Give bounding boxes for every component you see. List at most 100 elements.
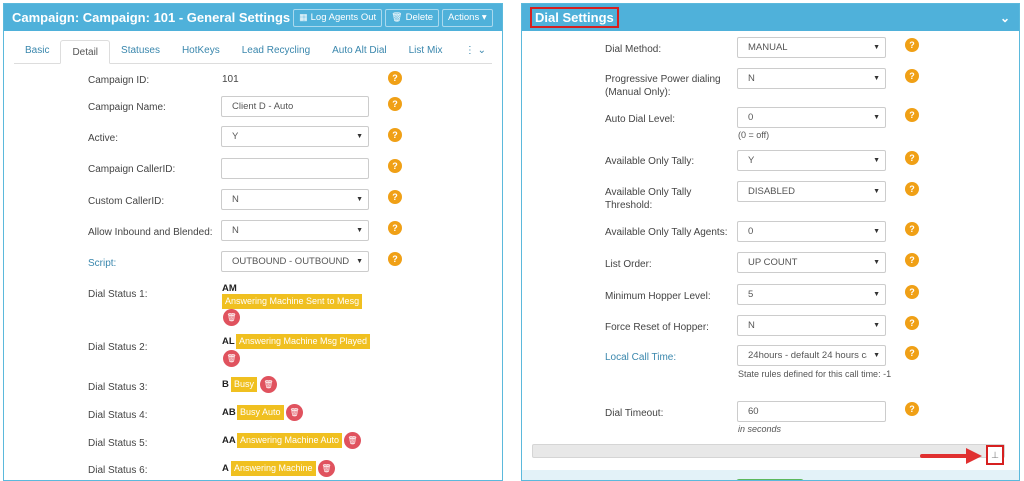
general-settings-header: Campaign: Campaign: 101 - General Settin… (4, 4, 502, 31)
tab-lead-recycling[interactable]: Lead Recycling (231, 39, 321, 63)
annotation-arrow-icon (920, 448, 982, 464)
dial-status-2-code: AL (222, 336, 235, 347)
general-settings-panel: Campaign: Campaign: 101 - General Settin… (3, 3, 503, 481)
log-agents-out-button[interactable]: ▦ Log Agents Out (293, 8, 383, 27)
dial-status-3-label: Dial Status 3: (88, 382, 148, 393)
dial-status-5-label: Dial Status 5: (88, 438, 148, 449)
dial-timeout-input[interactable]: 60 (737, 401, 886, 422)
delete-status-icon[interactable]: 🗑 (260, 376, 277, 393)
dial-status-1-code: AM (222, 283, 237, 294)
dial-status-2-label: Dial Status 2: (88, 342, 148, 353)
tally-threshold-select[interactable]: DISABLED ▼ (737, 181, 886, 202)
tab-statuses[interactable]: Statuses (110, 39, 171, 63)
dial-status-3-code: B (222, 379, 229, 390)
campaign-callerid-input[interactable] (221, 158, 369, 179)
help-icon[interactable]: ? (388, 159, 402, 173)
help-icon[interactable]: ? (905, 151, 919, 165)
tally-threshold-label: Available Only Tally Threshold: (605, 187, 692, 211)
help-icon[interactable]: ? (905, 402, 919, 416)
dial-status-4-tag: Busy Auto (237, 405, 284, 420)
more-tabs-icon[interactable]: ⋮ ⌄ (465, 39, 492, 63)
available-only-tally-label: Available Only Tally: (605, 156, 695, 167)
dial-status-5-code: AA (222, 435, 236, 446)
dial-status-1-label: Dial Status 1: (88, 289, 148, 300)
trash-icon: 🗑 (391, 12, 403, 22)
tab-auto-alt-dial[interactable]: Auto Alt Dial (321, 39, 397, 63)
min-hopper-select[interactable]: 5 ▼ (737, 284, 886, 305)
dial-method-label: Dial Method: (605, 44, 662, 55)
grid-icon: ▦ (299, 12, 308, 22)
dial-status-2-tag: Answering Machine Msg Played (236, 334, 371, 349)
delete-status-icon[interactable]: 🗑 (344, 432, 361, 449)
script-link[interactable]: Script: (88, 257, 116, 270)
custom-callerid-label: Custom CallerID: (88, 196, 165, 207)
dial-settings-header: Dial Settings ⌄ (522, 4, 1019, 31)
script-select[interactable]: OUTBOUND - OUTBOUND SC▼ (221, 251, 369, 272)
actions-dropdown[interactable]: Actions ▾ (442, 8, 493, 27)
delete-status-icon[interactable]: 🗑 (318, 460, 335, 477)
dial-status-6-tag: Answering Machine (231, 461, 316, 476)
min-hopper-label: Minimum Hopper Level: (605, 291, 711, 302)
campaign-name-input[interactable]: Client D - Auto (221, 96, 369, 117)
collapse-chevron-icon[interactable]: ⌄ (999, 11, 1011, 25)
dial-status-4-label: Dial Status 4: (88, 410, 148, 421)
help-icon[interactable]: ? (388, 128, 402, 142)
help-icon[interactable]: ? (388, 252, 402, 266)
force-reset-select[interactable]: N ▼ (737, 315, 886, 336)
local-call-time-link[interactable]: Local Call Time: (605, 351, 676, 364)
available-only-tally-select[interactable]: Y ▼ (737, 150, 886, 171)
dial-timeout-hint: in seconds (738, 424, 782, 434)
dial-status-1-tag: Answering Machine Sent to Mesg (222, 294, 363, 309)
help-icon[interactable]: ? (905, 285, 919, 299)
tally-agents-label: Available Only Tally Agents: (605, 227, 728, 238)
settings-tabs: Basic Detail Statuses HotKeys Lead Recyc… (14, 40, 492, 64)
allow-inbound-select[interactable]: N ▼ (221, 220, 369, 241)
custom-callerid-select[interactable]: N ▼ (221, 189, 369, 210)
help-icon[interactable]: ? (388, 221, 402, 235)
list-order-label: List Order: (605, 259, 652, 270)
help-icon[interactable]: ? (905, 316, 919, 330)
dial-settings-panel: Dial Settings ⌄ Dial Method: MANUAL ▼ ? P… (521, 3, 1020, 481)
delete-status-icon[interactable]: 🗑 (286, 404, 303, 421)
tab-basic[interactable]: Basic (14, 39, 60, 63)
campaign-id-value: 101 (222, 74, 239, 85)
auto-dial-level-select[interactable]: 0 ▼ (737, 107, 886, 128)
resize-handle-icon[interactable]: ⊥ (986, 445, 1004, 465)
active-label: Active: (88, 133, 119, 144)
help-icon[interactable]: ? (905, 108, 919, 122)
local-call-time-select[interactable]: 24hours - default 24 hours calling▼ (737, 345, 886, 366)
tally-agents-select[interactable]: 0 ▼ (737, 221, 886, 242)
help-icon[interactable]: ? (905, 346, 919, 360)
help-icon[interactable]: ? (388, 190, 402, 204)
dial-status-6-label: Dial Status 6: (88, 465, 148, 476)
progressive-power-select[interactable]: N ▼ (737, 68, 886, 89)
dial-timeout-label: Dial Timeout: (605, 408, 664, 419)
allow-inbound-label: Allow Inbound and Blended: (88, 227, 213, 238)
tab-list-mix[interactable]: List Mix (398, 39, 454, 63)
help-icon[interactable]: ? (388, 71, 402, 85)
dial-status-6-code: A (222, 463, 229, 474)
auto-dial-level-hint: (0 = off) (738, 130, 770, 140)
tab-hotkeys[interactable]: HotKeys (171, 39, 231, 63)
help-icon[interactable]: ? (905, 38, 919, 52)
dial-status-4-code: AB (222, 407, 236, 418)
active-select[interactable]: Y ▼ (221, 126, 369, 147)
panel-title: Campaign: Campaign: 101 - General Settin… (12, 10, 291, 25)
help-icon[interactable]: ? (905, 253, 919, 267)
campaign-callerid-label: Campaign CallerID: (88, 164, 176, 175)
help-icon[interactable]: ? (388, 97, 402, 111)
delete-button[interactable]: 🗑 Delete (385, 8, 440, 27)
list-order-select[interactable]: UP COUNT ▼ (737, 252, 886, 273)
delete-status-icon[interactable]: 🗑 (223, 350, 240, 367)
help-icon[interactable]: ? (905, 222, 919, 236)
delete-status-icon[interactable]: 🗑 (223, 309, 240, 326)
dial-status-3-tag: Busy (231, 377, 258, 392)
campaign-id-label: Campaign ID: (88, 75, 150, 86)
auto-dial-level-label: Auto Dial Level: (605, 114, 676, 125)
local-call-time-hint: State rules defined for this call time: … (738, 369, 892, 379)
help-icon[interactable]: ? (905, 69, 919, 83)
progressive-power-label: Progressive Power dialing (Manual Only): (605, 74, 721, 98)
dial-method-select[interactable]: MANUAL ▼ (737, 37, 886, 58)
tab-detail[interactable]: Detail (60, 40, 111, 64)
help-icon[interactable]: ? (905, 182, 919, 196)
